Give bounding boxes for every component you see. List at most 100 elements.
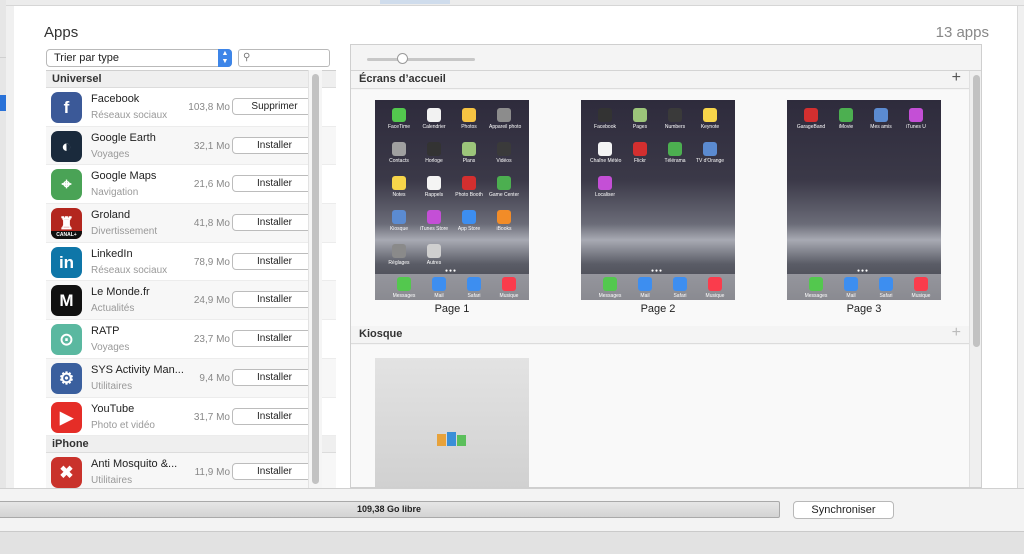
home-app-icon[interactable]: Réglages xyxy=(384,244,414,266)
install-button[interactable]: Installer xyxy=(232,407,317,425)
app-category: Réseaux sociaux xyxy=(91,264,168,276)
dock-app-icon[interactable]: Mail xyxy=(424,277,454,299)
install-button[interactable]: Installer xyxy=(232,214,317,232)
app-list-scrollbar[interactable] xyxy=(308,70,322,488)
app-row[interactable]: ♜ CANAL+ Groland Divertissement 41,8 Mo Insta… xyxy=(46,204,336,243)
pages-scrollbar[interactable] xyxy=(969,71,981,487)
dock-app-icon[interactable]: Mail xyxy=(836,277,866,299)
add-kiosk-icon[interactable]: + xyxy=(952,324,961,341)
home-app-icon[interactable]: Facebook xyxy=(590,108,620,130)
home-app-icon[interactable]: Appareil photo xyxy=(489,108,521,130)
remove-button[interactable]: Supprimer xyxy=(232,98,317,115)
app-row[interactable]: ✖ Anti Mosquito &... Utilitaires 11,9 Mo Ins… xyxy=(46,453,336,488)
app-tile-label: Numbers xyxy=(664,124,686,130)
home-app-icon[interactable]: App Store xyxy=(454,210,484,232)
home-app-icon[interactable]: Autres xyxy=(419,244,449,266)
home-app-icon[interactable]: Notes xyxy=(384,176,414,198)
home-app-icon[interactable]: Localiser xyxy=(590,176,620,198)
home-app-icon[interactable]: iTunes Store xyxy=(419,210,449,232)
app-tile-icon xyxy=(633,108,647,122)
home-app-icon[interactable]: Horloge xyxy=(419,142,449,164)
dock-app-icon[interactable]: Messages xyxy=(389,277,419,299)
home-app-icon[interactable]: Télérama xyxy=(660,142,690,164)
newsstand-icon xyxy=(437,432,466,446)
app-tile-icon xyxy=(879,277,893,291)
app-row[interactable]: ⌖ Google Maps Navigation 21,6 Mo Installer xyxy=(46,165,336,205)
app-row[interactable]: ◐ Google Earth Voyages 32,1 Mo Installer xyxy=(46,126,336,166)
app-name: YouTube xyxy=(91,402,135,415)
app-row[interactable]: ⊙ RATP Voyages 23,7 Mo Installer xyxy=(46,320,336,359)
dock-app-icon[interactable]: Mail xyxy=(630,277,660,299)
home-app-icon[interactable]: Vidéos xyxy=(489,142,519,164)
sync-button[interactable]: Synchroniser xyxy=(793,501,894,519)
app-row[interactable]: f Facebook Réseaux sociaux 103,8 Mo Supprime… xyxy=(46,88,336,127)
home-app-icon[interactable]: GarageBand xyxy=(796,108,826,130)
app-tile-label: Keynote xyxy=(700,124,720,130)
dock-app-icon[interactable]: Safari xyxy=(871,277,901,299)
install-button[interactable]: Installer xyxy=(232,463,317,481)
home-app-icon[interactable]: FaceTime xyxy=(384,108,414,130)
install-button[interactable]: Installer xyxy=(232,175,317,193)
home-page-thumbnail[interactable]: GarageBand iMovie Mes amis iTunes U ●●● Messa… xyxy=(787,100,941,300)
dock-app-icon[interactable]: Musique xyxy=(700,277,730,299)
home-app-icon[interactable]: Pages xyxy=(625,108,655,130)
home-app-icon[interactable]: iBooks xyxy=(489,210,519,232)
apps-pane: Apps 13 apps Trier par type ▲ ▼ ⚲ Univers… xyxy=(14,6,1018,488)
zoom-slider[interactable] xyxy=(367,58,475,61)
home-app-icon[interactable]: Photo Booth xyxy=(454,176,484,198)
home-app-icon[interactable]: iTunes U xyxy=(901,108,931,130)
dock-app-icon[interactable]: Safari xyxy=(459,277,489,299)
app-tile-label: iTunes U xyxy=(906,124,926,130)
home-app-icon[interactable]: Plans xyxy=(454,142,484,164)
app-list-scroll-thumb[interactable] xyxy=(312,74,319,484)
home-app-icon[interactable]: iMovie xyxy=(831,108,861,130)
search-input[interactable]: ⚲ xyxy=(238,49,330,67)
dock-app-icon[interactable]: Safari xyxy=(665,277,695,299)
home-page-thumbnail[interactable]: Facebook Pages Numbers Keynote Chaîne Météo F… xyxy=(581,100,735,300)
add-page-icon[interactable]: + xyxy=(952,69,961,86)
install-button[interactable]: Installer xyxy=(232,330,317,348)
home-app-icon[interactable]: Calendrier xyxy=(419,108,449,130)
install-button[interactable]: Installer xyxy=(232,368,317,386)
le-monde-icon: M xyxy=(51,285,82,317)
home-app-icon[interactable]: Numbers xyxy=(660,108,690,130)
dock-app-icon[interactable]: Musique xyxy=(906,277,936,299)
app-tile-label: Safari xyxy=(879,293,893,299)
app-name: Groland xyxy=(91,209,131,222)
app-tile-label: Safari xyxy=(673,293,687,299)
app-category: Photo et vidéo xyxy=(91,419,155,431)
app-row[interactable]: ▶ YouTube Photo et vidéo 31,7 Mo Installer xyxy=(46,397,336,437)
home-screens-header: Écrans d’accueil + xyxy=(351,69,969,89)
home-page-thumbnail[interactable]: FaceTime Calendrier Photos Appareil photo Co… xyxy=(375,100,529,300)
app-row[interactable]: in LinkedIn Réseaux sociaux 78,9 Mo Installe… xyxy=(46,242,336,282)
sidebar-selection-marker[interactable] xyxy=(0,95,6,111)
install-button[interactable]: Installer xyxy=(232,252,317,270)
pages-scroll-thumb[interactable] xyxy=(973,75,980,347)
home-app-icon[interactable]: Photos xyxy=(454,108,484,130)
install-button[interactable]: Installer xyxy=(232,136,317,154)
home-app-icon[interactable]: Contacts xyxy=(384,142,414,164)
zoom-bar xyxy=(351,45,981,71)
install-button[interactable]: Installer xyxy=(232,291,317,309)
home-app-icon[interactable]: TV d'Orange xyxy=(695,142,725,164)
app-name: Facebook xyxy=(91,93,140,105)
app-tile-icon xyxy=(392,210,406,224)
sort-select[interactable]: Trier par type ▲ ▼ xyxy=(46,49,232,67)
home-app-icon[interactable]: Mes amis xyxy=(866,108,896,130)
zoom-slider-knob[interactable] xyxy=(397,53,408,64)
app-tile-icon xyxy=(598,142,612,156)
home-app-icon[interactable]: Rappels xyxy=(419,176,449,198)
dock-app-icon[interactable]: Messages xyxy=(595,277,625,299)
home-app-icon[interactable]: Chaîne Météo xyxy=(590,142,621,164)
dock-app-icon[interactable]: Messages xyxy=(801,277,831,299)
app-row[interactable]: M Le Monde.fr Actualités 24,9 Mo Installer xyxy=(46,281,336,321)
app-row[interactable]: ⚙ SYS Activity Man... Utilitaires 9,4 Mo Ins… xyxy=(46,358,336,398)
home-app-icon[interactable]: Keynote xyxy=(695,108,725,130)
home-app-icon[interactable]: Flickr xyxy=(625,142,655,164)
home-app-icon[interactable]: Game Center xyxy=(489,176,519,198)
home-app-icon[interactable]: Kiosque xyxy=(384,210,414,232)
toolbar-tab-selected[interactable] xyxy=(380,0,450,4)
youtube-icon: ▶ xyxy=(51,401,82,433)
kiosk-thumbnail[interactable] xyxy=(375,358,529,487)
dock-app-icon[interactable]: Musique xyxy=(494,277,524,299)
